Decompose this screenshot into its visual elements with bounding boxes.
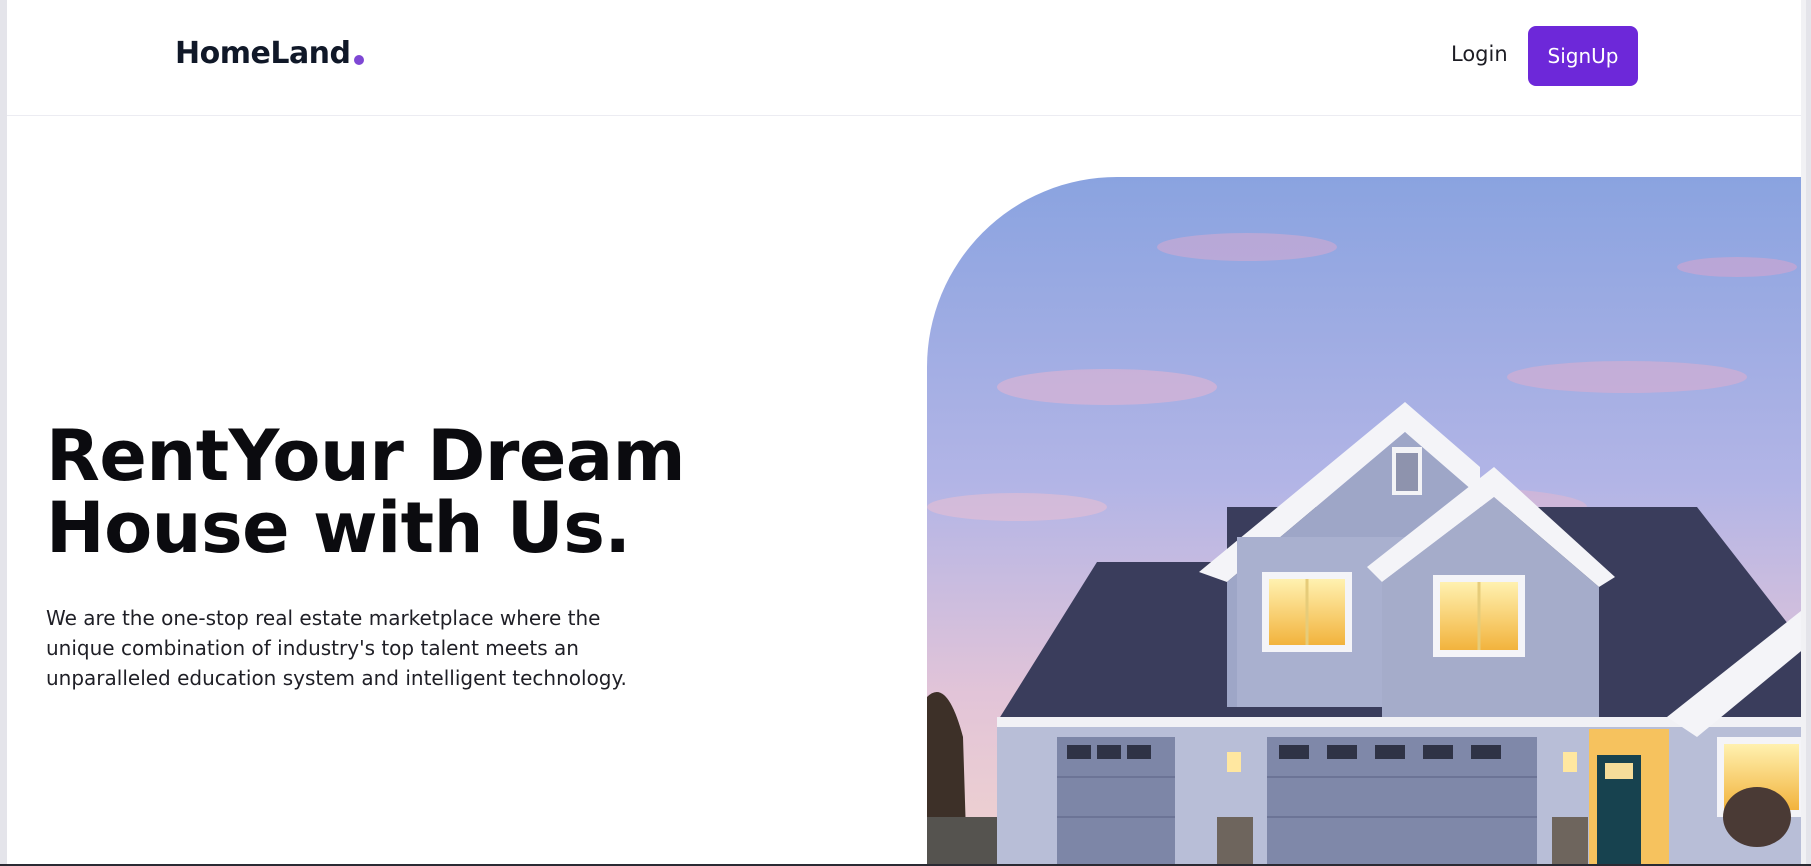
page-viewport: HomeLand Login SignUp RentYour Dream Hou… xyxy=(7,0,1806,866)
signup-button[interactable]: SignUp xyxy=(1528,26,1638,86)
hero-title: RentYour Dream House with Us. xyxy=(46,415,686,569)
hero-house-image xyxy=(927,177,1806,866)
vertical-scrollbar[interactable] xyxy=(1801,0,1806,866)
login-link[interactable]: Login xyxy=(1451,42,1508,66)
brand-logo[interactable]: HomeLand xyxy=(175,36,364,71)
navbar: HomeLand Login SignUp xyxy=(7,0,1806,116)
brand-dot-icon xyxy=(353,55,364,65)
brand-name: HomeLand xyxy=(175,36,351,71)
hero-description: We are the one-stop real estate marketpl… xyxy=(46,606,627,690)
